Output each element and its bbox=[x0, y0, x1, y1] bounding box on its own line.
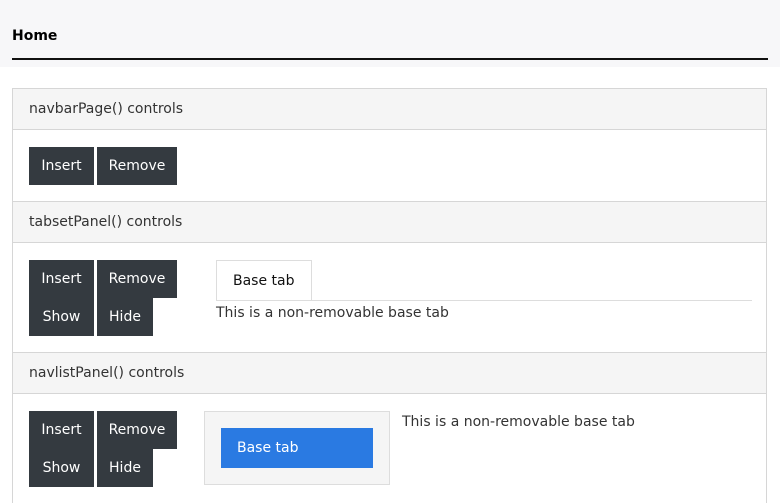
navbar: Home bbox=[0, 0, 780, 67]
navlist-item-base-tab[interactable]: Base tab bbox=[221, 428, 373, 468]
panel-title: navbarPage() controls bbox=[13, 89, 766, 130]
navlist-remove-button[interactable]: Remove bbox=[97, 411, 177, 449]
panel-navlistpanel-controls: navlistPanel() controls Insert Remove Sh… bbox=[12, 352, 767, 503]
navlist-show-button[interactable]: Show bbox=[29, 449, 94, 487]
navbar-remove-button[interactable]: Remove bbox=[97, 147, 177, 185]
navbar-insert-button[interactable]: Insert bbox=[29, 147, 94, 185]
tabset-show-button[interactable]: Show bbox=[29, 298, 94, 336]
tab-content-text: This is a non-removable base tab bbox=[216, 305, 449, 321]
nav-tab-home[interactable]: Home bbox=[12, 28, 57, 44]
navlist-content-text: This is a non-removable base tab bbox=[402, 414, 635, 430]
navlist-hide-button[interactable]: Hide bbox=[97, 449, 153, 487]
tab-base-tab[interactable]: Base tab bbox=[216, 260, 312, 301]
tabset-border bbox=[216, 300, 752, 301]
panel-tabsetpanel-controls: tabsetPanel() controls Insert Remove Sho… bbox=[12, 201, 767, 353]
tabset-hide-button[interactable]: Hide bbox=[97, 298, 153, 336]
panel-title: navlistPanel() controls bbox=[13, 353, 766, 394]
tabset-remove-button[interactable]: Remove bbox=[97, 260, 177, 298]
navlist-insert-button[interactable]: Insert bbox=[29, 411, 94, 449]
panel-title: tabsetPanel() controls bbox=[13, 202, 766, 243]
navlist-well: Base tab bbox=[204, 411, 390, 485]
tabset-insert-button[interactable]: Insert bbox=[29, 260, 94, 298]
panel-navbarpage-controls: navbarPage() controls Insert Remove bbox=[12, 88, 767, 202]
nav-active-underline bbox=[12, 58, 768, 60]
